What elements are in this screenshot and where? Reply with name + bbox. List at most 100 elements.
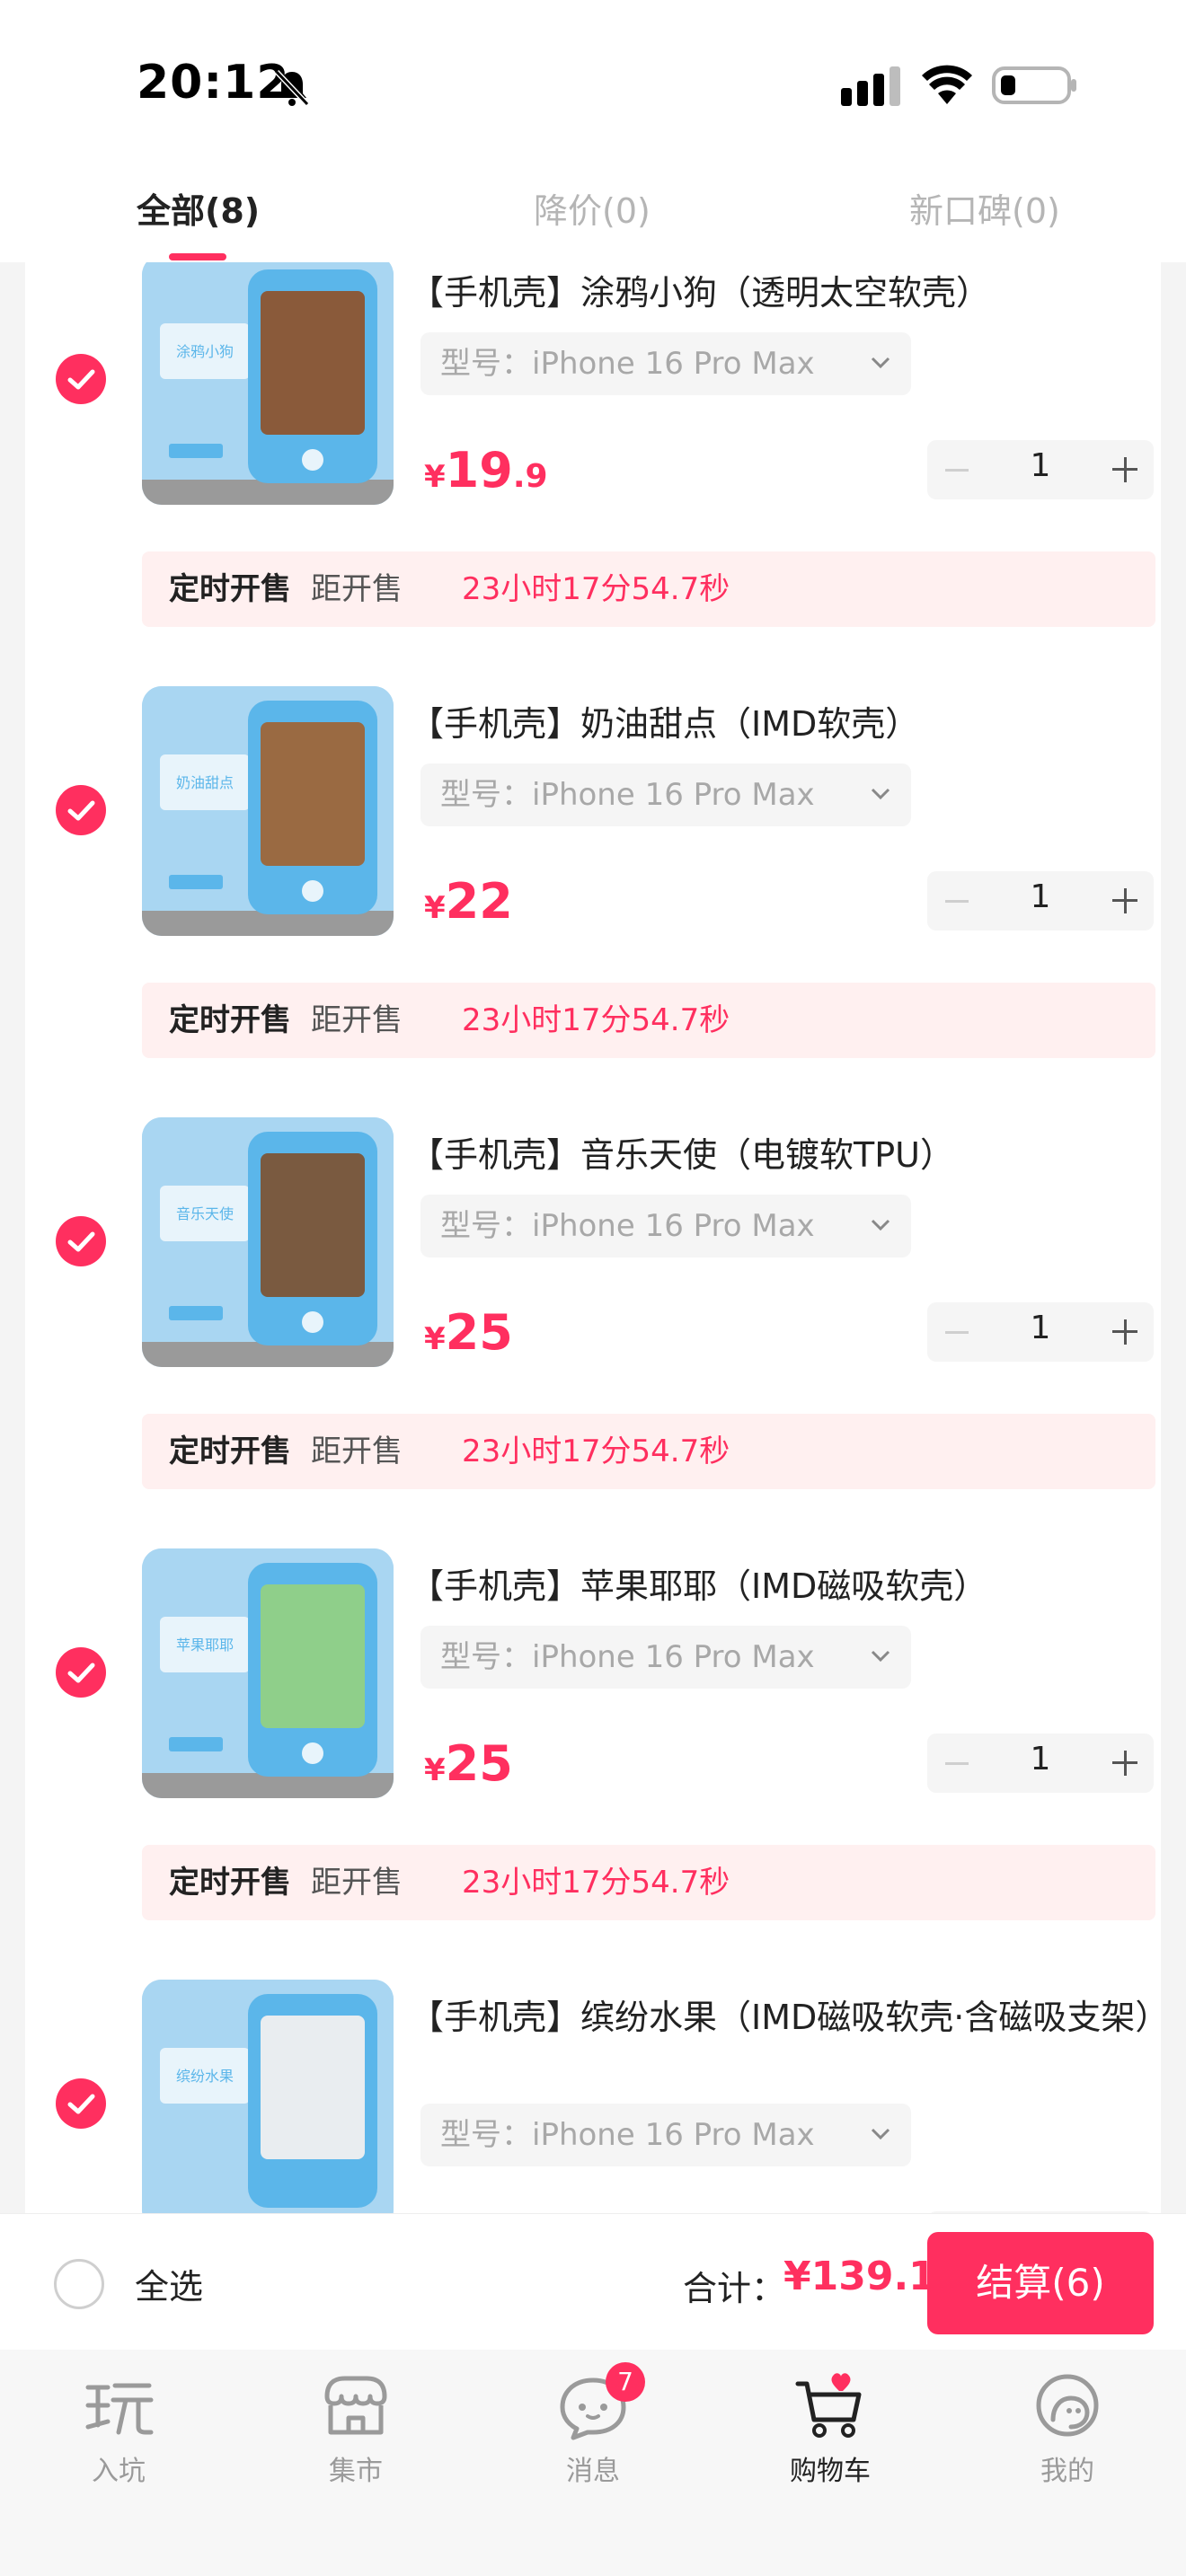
sale-countdown: 23小时17分54.7秒 — [462, 1865, 730, 1901]
model-selector[interactable]: 型号：iPhone 16 Pro Max — [420, 763, 911, 826]
cart-icon — [795, 2373, 862, 2438]
status-time: 20:12 — [137, 56, 290, 110]
svg-text:音乐天使: 音乐天使 — [176, 1205, 234, 1222]
product-thumbnail[interactable]: 音乐天使 — [142, 1117, 394, 1367]
checkout-bar: 全选 合计： ¥139.1 结算(6) — [0, 2213, 1186, 2350]
sale-label: 定时开售 — [169, 1865, 291, 1901]
cellular-signal-icon — [841, 66, 900, 106]
item-checkbox[interactable] — [56, 1216, 106, 1266]
sale-label: 定时开售 — [169, 571, 291, 607]
select-all-label[interactable]: 全选 — [135, 2259, 203, 2308]
sale-countdown: 23小时17分54.7秒 — [462, 1002, 730, 1038]
nav-item-market[interactable]: 集市 — [284, 2368, 428, 2488]
quantity-value[interactable]: 1 — [1022, 878, 1058, 915]
sale-label: 定时开售 — [169, 1434, 291, 1469]
svg-text:涂鸦小狗: 涂鸦小狗 — [176, 343, 234, 360]
message-badge: 7 — [606, 2362, 645, 2402]
product-thumbnail[interactable]: 苹果耶耶 — [142, 1548, 394, 1798]
product-price: ¥25 — [424, 1735, 513, 1792]
quantity-value[interactable]: 1 — [1022, 1741, 1058, 1778]
model-selector[interactable]: 型号：iPhone 16 Pro Max — [420, 1195, 911, 1257]
chevron-down-icon — [871, 357, 890, 369]
profile-icon — [1036, 2374, 1099, 2437]
sale-prefix: 距开售 — [311, 571, 403, 607]
product-title[interactable]: 【手机壳】缤纷水果（IMD磁吸软壳·含磁吸支架） — [410, 1994, 1169, 2041]
product-price: ¥25 — [424, 1304, 513, 1361]
product-title[interactable]: 【手机壳】奶油甜点（IMD软壳） — [410, 701, 1146, 747]
product-title[interactable]: 【手机壳】音乐天使（电镀软TPU） — [410, 1132, 1146, 1178]
product-thumbnail[interactable]: 奶油甜点 — [142, 686, 394, 936]
svg-text:缤纷水果: 缤纷水果 — [176, 2068, 234, 2085]
nav-label: 入坑 — [92, 2456, 146, 2487]
nav-item-profile[interactable]: 我的 — [996, 2368, 1139, 2488]
timed-sale-banner: 定时开售 距开售 23小时17分54.7秒 — [142, 1845, 1155, 1920]
phone-case-image: 缤纷水果 — [142, 1980, 394, 2213]
shop-icon — [324, 2376, 387, 2435]
quantity-stepper: 1 — [927, 871, 1154, 931]
tab-new-reviews[interactable]: 新口碑(0) — [909, 183, 1060, 233]
product-title[interactable]: 【手机壳】苹果耶耶（IMD磁吸软壳） — [410, 1563, 1146, 1610]
battery-icon — [992, 66, 1076, 104]
nav-label: 我的 — [1040, 2456, 1094, 2487]
decrement-button[interactable] — [945, 900, 969, 903]
timed-sale-banner: 定时开售 距开售 23小时17分54.7秒 — [142, 983, 1155, 1058]
sale-countdown: 23小时17分54.7秒 — [462, 571, 730, 607]
decrement-button[interactable] — [945, 469, 969, 472]
product-price: ¥22 — [424, 873, 513, 930]
timed-sale-banner: 定时开售 距开售 23小时17分54.7秒 — [142, 551, 1155, 627]
checkmark-icon — [67, 1231, 95, 1252]
sale-prefix: 距开售 — [311, 1434, 403, 1469]
decrement-button[interactable] — [945, 1762, 969, 1765]
phone-case-image: 音乐天使 — [142, 1117, 394, 1367]
chevron-down-icon — [871, 1650, 890, 1663]
nav-item-messages[interactable]: 7 消息 — [521, 2362, 665, 2488]
increment-button-v[interactable] — [1124, 1319, 1127, 1345]
increment-button-v[interactable] — [1124, 1751, 1127, 1776]
product-thumbnail[interactable]: 涂鸦小狗 — [142, 262, 394, 505]
checkout-button[interactable]: 结算(6) — [927, 2232, 1154, 2334]
tab-all[interactable]: 全部(8) — [137, 183, 260, 233]
quantity-value[interactable]: 1 — [1022, 447, 1058, 484]
phone-case-image: 涂鸦小狗 — [142, 262, 394, 505]
cart-list-area[interactable]: 涂鸦小狗 【手机壳】涂鸦小狗（透明太空软壳） 型号：iPhone 16 Pro … — [0, 262, 1186, 2213]
chevron-down-icon — [871, 2128, 890, 2140]
product-price: ¥19.9 — [424, 442, 548, 498]
active-tab-indicator — [169, 253, 226, 260]
item-checkbox[interactable] — [56, 354, 106, 404]
item-checkbox[interactable] — [56, 1647, 106, 1698]
chevron-down-icon — [871, 1219, 890, 1231]
sale-prefix: 距开售 — [311, 1002, 403, 1038]
increment-button-v[interactable] — [1124, 888, 1127, 913]
chevron-down-icon — [871, 788, 890, 800]
nav-label: 集市 — [329, 2456, 383, 2487]
checkmark-icon — [67, 1663, 95, 1683]
decrement-button[interactable] — [945, 1331, 969, 1334]
quantity-value[interactable]: 1 — [1022, 1310, 1058, 1346]
product-thumbnail[interactable]: 缤纷水果 — [142, 1980, 394, 2213]
increment-button-v[interactable] — [1124, 457, 1127, 482]
nav-item-cart[interactable]: 购物车 — [758, 2368, 902, 2488]
item-checkbox[interactable] — [56, 2078, 106, 2129]
sale-label: 定时开售 — [169, 1002, 291, 1038]
play-text-icon — [85, 2383, 154, 2435]
product-title[interactable]: 【手机壳】涂鸦小狗（透明太空软壳） — [410, 269, 1146, 316]
timed-sale-banner: 定时开售 距开售 23小时17分54.7秒 — [142, 1414, 1155, 1489]
cart-card: 涂鸦小狗 【手机壳】涂鸦小狗（透明太空软壳） 型号：iPhone 16 Pro … — [25, 262, 1169, 2213]
phone-case-image: 奶油甜点 — [142, 686, 394, 936]
total-amount: ¥139.1 — [783, 2254, 936, 2299]
sale-prefix: 距开售 — [311, 1865, 403, 1901]
model-selector[interactable]: 型号：iPhone 16 Pro Max — [420, 332, 911, 395]
model-selector[interactable]: 型号：iPhone 16 Pro Max — [420, 1626, 911, 1689]
quantity-stepper: 1 — [927, 440, 1154, 499]
model-selector[interactable]: 型号：iPhone 16 Pro Max — [420, 2104, 911, 2166]
nav-item-play[interactable]: 入坑 — [47, 2368, 190, 2488]
phone-case-image: 苹果耶耶 — [142, 1548, 394, 1798]
item-checkbox[interactable] — [56, 785, 106, 835]
svg-text:苹果耶耶: 苹果耶耶 — [176, 1636, 234, 1654]
wifi-icon — [922, 65, 972, 104]
select-all-checkbox[interactable] — [54, 2259, 104, 2309]
tab-price-drop[interactable]: 降价(0) — [534, 183, 651, 233]
quantity-stepper: 1 — [927, 1302, 1154, 1362]
checkmark-icon — [67, 800, 95, 821]
cart-tabs: 全部(8) 降价(0) 新口碑(0) — [0, 162, 1186, 262]
